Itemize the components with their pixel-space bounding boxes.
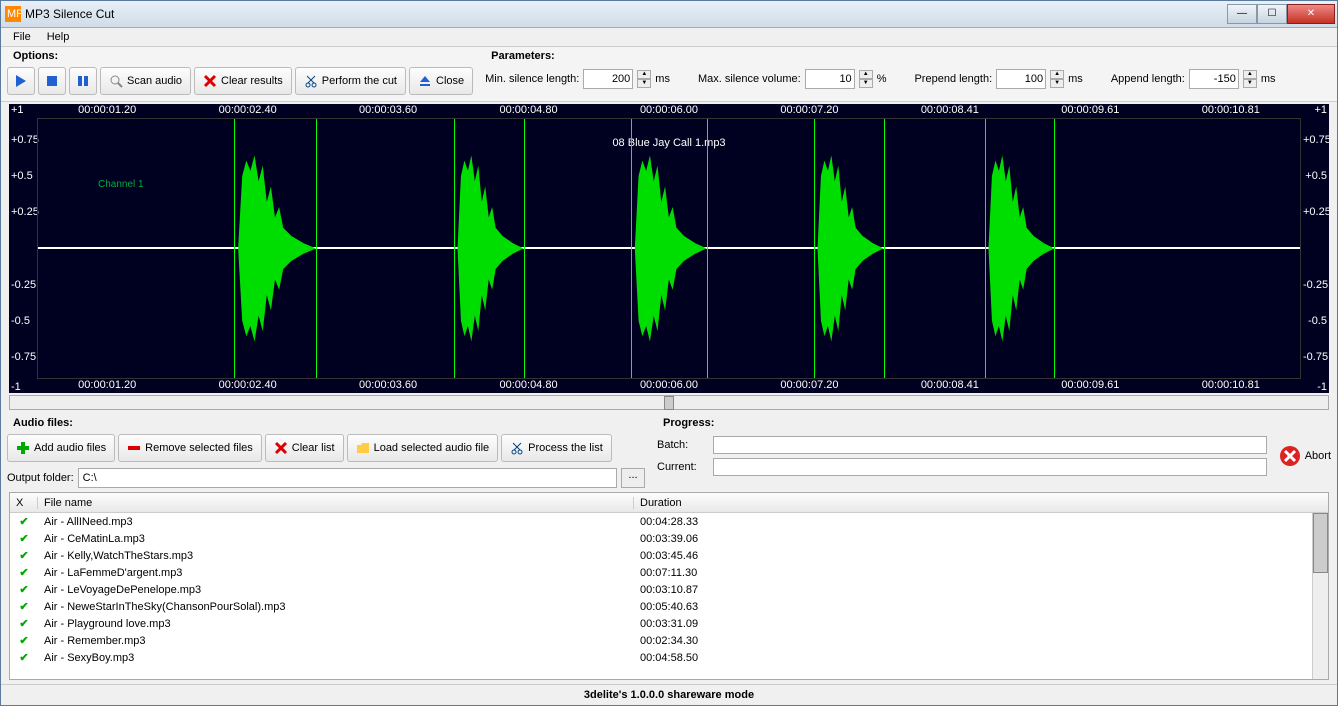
min-silence-label: Min. silence length: (485, 73, 579, 85)
pause-button[interactable] (69, 67, 97, 95)
titlebar: MP3 MP3 Silence Cut — ☐ ✕ (1, 1, 1337, 28)
check-icon: ✔ (10, 600, 38, 613)
waveform-burst (985, 145, 1054, 352)
clear-list-button[interactable]: Clear list (265, 434, 344, 462)
process-icon (510, 441, 524, 455)
table-row[interactable]: ✔Air - Playground love.mp300:03:31.09 (10, 615, 1328, 632)
output-folder-input[interactable] (78, 468, 617, 488)
options-label: Options: (7, 47, 473, 65)
stop-button[interactable] (38, 67, 66, 95)
x-icon (274, 441, 288, 455)
prepend-spinner[interactable]: ▲▼ (1050, 70, 1064, 88)
table-row[interactable]: ✔Air - Kelly,WatchTheStars.mp300:03:45.4… (10, 547, 1328, 564)
cut-icon (304, 74, 318, 88)
waveform-burst (454, 145, 523, 352)
process-list-button[interactable]: Process the list (501, 434, 612, 462)
check-icon: ✔ (10, 532, 38, 545)
remove-files-button[interactable]: Remove selected files (118, 434, 262, 462)
time-scale-top: 00:00:01.2000:00:02.4000:00:03.6000:00:0… (37, 104, 1301, 118)
check-icon: ✔ (10, 651, 38, 664)
append-spinner[interactable]: ▲▼ (1243, 70, 1257, 88)
col-duration[interactable]: Duration (634, 497, 1328, 509)
check-icon: ✔ (10, 566, 38, 579)
min-silence-spinner[interactable]: ▲▼ (637, 70, 651, 88)
table-row[interactable]: ✔Air - Remember.mp300:02:34.30 (10, 632, 1328, 649)
check-icon: ✔ (10, 515, 38, 528)
min-silence-input[interactable] (583, 69, 633, 89)
browse-button[interactable]: ... (621, 468, 645, 488)
window-close-button[interactable]: ✕ (1287, 4, 1335, 24)
channel-label: Channel 1 (98, 179, 144, 190)
maximize-button[interactable]: ☐ (1257, 4, 1287, 24)
menu-file[interactable]: File (5, 29, 39, 45)
amplitude-scale-left: +1+0.75+0.5+0.25-0.25-0.5-0.75-1 (9, 104, 37, 393)
eject-icon (418, 74, 432, 88)
amplitude-scale-right: +1+0.75+0.5+0.25-0.25-0.5-0.75-1 (1301, 104, 1329, 393)
x-icon (203, 74, 217, 88)
batch-label: Batch: (657, 439, 707, 451)
waveform-burst (234, 145, 316, 352)
perform-cut-button[interactable]: Perform the cut (295, 67, 406, 95)
svg-text:MP3: MP3 (7, 8, 21, 20)
max-vol-label: Max. silence volume: (698, 73, 801, 85)
add-files-button[interactable]: Add audio files (7, 434, 115, 462)
app-icon: MP3 (5, 6, 21, 22)
waveform-display[interactable]: +1+0.75+0.5+0.25-0.25-0.5-0.75-1 +1+0.75… (9, 104, 1329, 393)
table-row[interactable]: ✔Air - CeMatinLa.mp300:03:39.06 (10, 530, 1328, 547)
status-text: 3delite's 1.0.0.0 shareware mode (584, 689, 754, 701)
col-x[interactable]: X (10, 497, 38, 509)
abort-button[interactable]: Abort (1305, 450, 1331, 462)
output-folder-label: Output folder: (7, 472, 74, 484)
menubar: File Help (1, 28, 1337, 47)
scan-audio-button[interactable]: Scan audio (100, 67, 191, 95)
play-button[interactable] (7, 67, 35, 95)
time-scale-bottom: 00:00:01.2000:00:02.4000:00:03.6000:00:0… (37, 379, 1301, 393)
audio-files-label: Audio files: (7, 414, 645, 432)
waveform-plot: 08 Blue Jay Call 1.mp3 Channel 1 (37, 118, 1301, 379)
minimize-button[interactable]: — (1227, 4, 1257, 24)
current-progress (713, 458, 1267, 476)
table-row[interactable]: ✔Air - SexyBoy.mp300:04:58.50 (10, 649, 1328, 666)
batch-progress (713, 436, 1267, 454)
progress-label: Progress: (657, 414, 1331, 432)
check-icon: ✔ (10, 617, 38, 630)
file-list-scrollbar[interactable] (1312, 513, 1328, 679)
append-label: Append length: (1111, 73, 1185, 85)
waveform-burst (814, 145, 883, 352)
file-list: X File name Duration ✔Air - AllINeed.mp3… (9, 492, 1329, 680)
waveform-scrollbar[interactable] (9, 395, 1329, 410)
table-row[interactable]: ✔Air - LaFemmeD'argent.mp300:07:11.30 (10, 564, 1328, 581)
abort-icon (1279, 445, 1301, 467)
minus-icon (127, 441, 141, 455)
file-list-header: X File name Duration (10, 493, 1328, 513)
plus-icon (16, 441, 30, 455)
statusbar: 3delite's 1.0.0.0 shareware mode (1, 684, 1337, 705)
waveform-burst (631, 145, 707, 352)
max-vol-input[interactable] (805, 69, 855, 89)
window-title: MP3 Silence Cut (25, 7, 1227, 21)
table-row[interactable]: ✔Air - LeVoyageDePenelope.mp300:03:10.87 (10, 581, 1328, 598)
current-label: Current: (657, 461, 707, 473)
load-file-button[interactable]: Load selected audio file (347, 434, 499, 462)
col-filename[interactable]: File name (38, 497, 634, 509)
app-window: MP3 MP3 Silence Cut — ☐ ✕ File Help Opti… (0, 0, 1338, 706)
folder-icon (356, 441, 370, 455)
prepend-label: Prepend length: (914, 73, 992, 85)
prepend-input[interactable] (996, 69, 1046, 89)
append-input[interactable] (1189, 69, 1239, 89)
check-icon: ✔ (10, 583, 38, 596)
menu-help[interactable]: Help (39, 29, 78, 45)
close-button[interactable]: Close (409, 67, 473, 95)
max-vol-spinner[interactable]: ▲▼ (859, 70, 873, 88)
scan-icon (109, 74, 123, 88)
check-icon: ✔ (10, 634, 38, 647)
table-row[interactable]: ✔Air - AllINeed.mp300:04:28.33 (10, 513, 1328, 530)
parameters-label: Parameters: (485, 47, 1331, 65)
clear-results-button[interactable]: Clear results (194, 67, 292, 95)
table-row[interactable]: ✔Air - NeweStarInTheSky(ChansonPourSolal… (10, 598, 1328, 615)
check-icon: ✔ (10, 549, 38, 562)
